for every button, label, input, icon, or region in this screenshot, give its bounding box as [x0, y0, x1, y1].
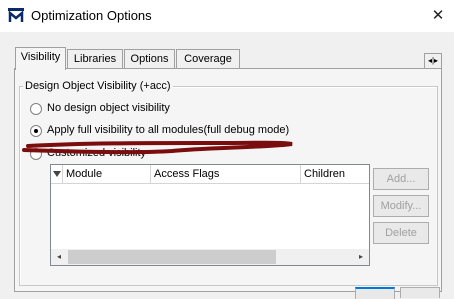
- radio-button[interactable]: [30, 125, 42, 137]
- close-icon[interactable]: ✕: [422, 1, 454, 31]
- tab-options[interactable]: Options: [124, 49, 175, 68]
- cancel-button-partial[interactable]: [400, 287, 440, 298]
- ok-button-partial[interactable]: [355, 287, 395, 299]
- column-children[interactable]: Children: [301, 165, 369, 183]
- app-icon: [8, 8, 24, 24]
- add-button[interactable]: Add...: [373, 168, 429, 190]
- column-module[interactable]: Module: [63, 165, 151, 183]
- scroll-right-icon[interactable]: ▸: [353, 249, 369, 265]
- sort-column-head[interactable]: [51, 165, 63, 183]
- radio-button[interactable]: [30, 103, 42, 115]
- radio-label: Apply full visibility to all modules(ful…: [47, 124, 290, 136]
- module-list[interactable]: Module Access Flags Children ◂ ▸: [50, 164, 370, 266]
- group-title: Design Object Visibility (+acc): [23, 80, 173, 92]
- scroll-thumb[interactable]: [68, 250, 276, 264]
- scroll-left-icon[interactable]: ◂: [51, 249, 67, 265]
- radio-label: No design object visibility: [47, 102, 170, 114]
- tab-scroll-arrows-icon[interactable]: ◂|▸: [424, 53, 442, 69]
- tab-coverage[interactable]: Coverage: [176, 49, 240, 68]
- tab-visibility[interactable]: Visibility: [15, 47, 66, 70]
- horizontal-scrollbar[interactable]: ◂ ▸: [51, 249, 369, 265]
- title-bar: Optimization Options ✕: [0, 0, 454, 32]
- tab-libraries[interactable]: Libraries: [67, 49, 123, 68]
- column-access-flags[interactable]: Access Flags: [151, 165, 301, 183]
- modify-button[interactable]: Modify...: [373, 195, 429, 217]
- annotation-underline: [22, 140, 293, 155]
- radio-selected-dot: [34, 129, 38, 133]
- delete-button[interactable]: Delete: [373, 222, 429, 244]
- list-header: Module Access Flags Children: [51, 165, 369, 184]
- window-title: Optimization Options: [31, 8, 152, 23]
- sort-down-icon: [53, 171, 61, 177]
